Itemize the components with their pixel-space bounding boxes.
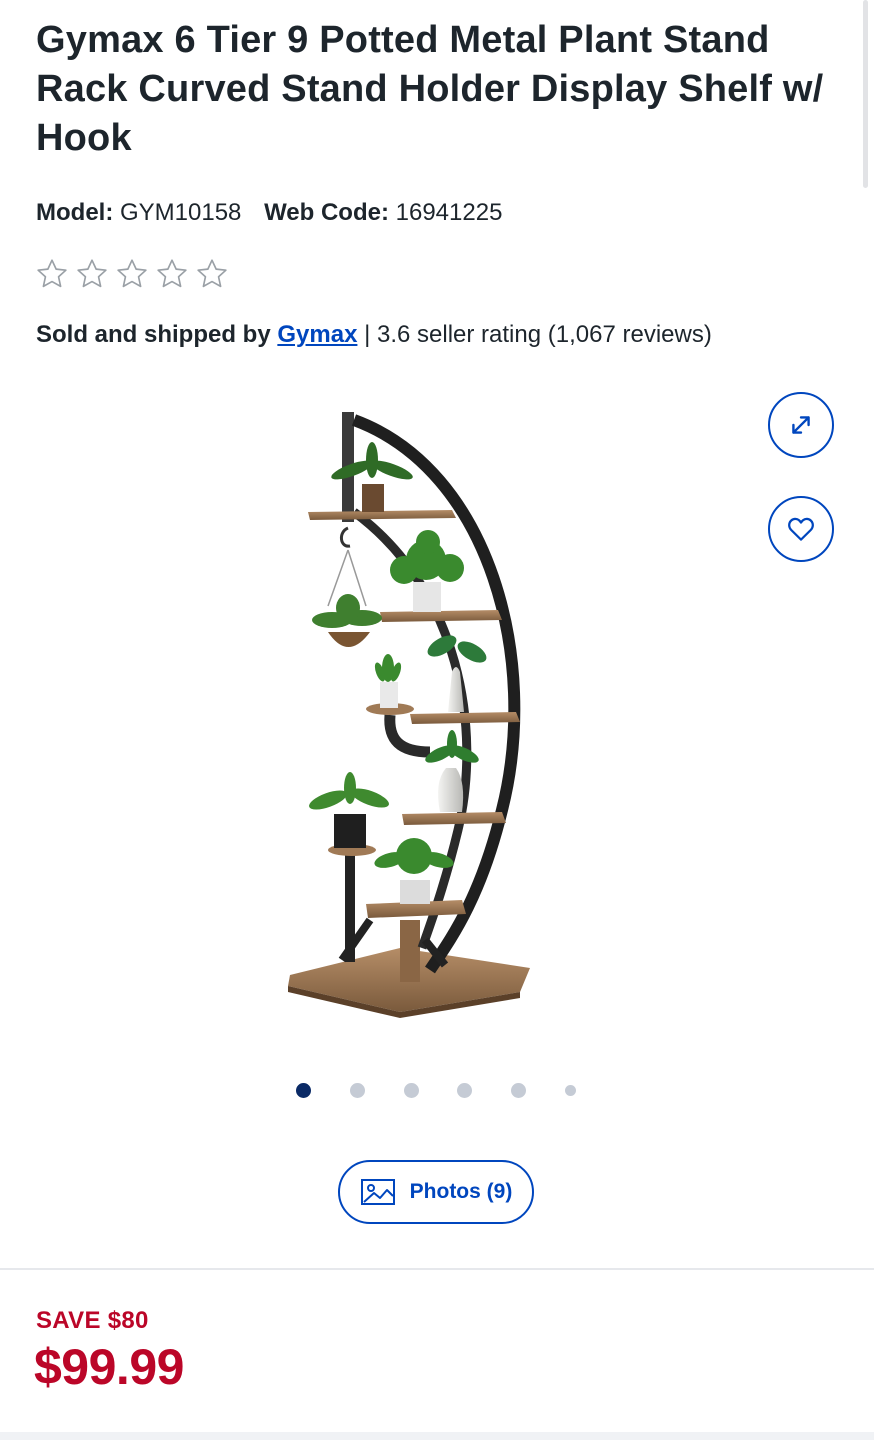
rating-stars[interactable] [34, 256, 230, 292]
favorite-button[interactable] [768, 496, 834, 562]
carousel-dot[interactable] [403, 1082, 419, 1098]
star-icon [157, 259, 187, 288]
model-label: Model: [36, 199, 114, 226]
image-icon [360, 1179, 395, 1205]
carousel-dot[interactable] [296, 1082, 311, 1098]
expand-icon [792, 416, 810, 434]
seller-info: Sold and shipped by Gymax | 3.6 seller r… [36, 318, 712, 352]
seller-separator: | [364, 321, 371, 348]
webcode-value: 16941225 [395, 199, 503, 226]
section-divider [0, 1268, 874, 1270]
star-icon [77, 259, 107, 288]
seller-prefix: Sold and shipped by [36, 321, 271, 348]
star-icon [37, 259, 67, 288]
product-meta: Model: GYM10158 Web Code: 16941225 [36, 196, 502, 230]
carousel-dot[interactable] [511, 1082, 527, 1098]
bottom-band [0, 1432, 874, 1440]
carousel-dots[interactable] [296, 1080, 576, 1100]
savings-text: SAVE $80 [36, 1307, 149, 1334]
scrollbar[interactable] [863, 0, 868, 188]
expand-image-button[interactable] [768, 392, 834, 458]
star-icon [117, 259, 147, 288]
carousel-dot[interactable] [457, 1082, 473, 1098]
product-image[interactable] [270, 400, 560, 1020]
seller-link[interactable]: Gymax [277, 321, 357, 348]
webcode-label: Web Code: [264, 199, 389, 226]
heart-icon [788, 517, 814, 541]
carousel-dot[interactable] [349, 1082, 365, 1098]
seller-rating: 3.6 seller rating (1,067 reviews) [377, 321, 712, 348]
star-icon [197, 259, 227, 288]
price: $99.99 [34, 1339, 184, 1395]
photos-button-label: Photos (9) [409, 1180, 513, 1203]
carousel-dot[interactable] [564, 1084, 576, 1096]
model-value: GYM10158 [120, 199, 242, 226]
product-title: Gymax 6 Tier 9 Potted Metal Plant Stand … [36, 19, 824, 159]
photos-button[interactable]: Photos (9) [338, 1160, 534, 1224]
